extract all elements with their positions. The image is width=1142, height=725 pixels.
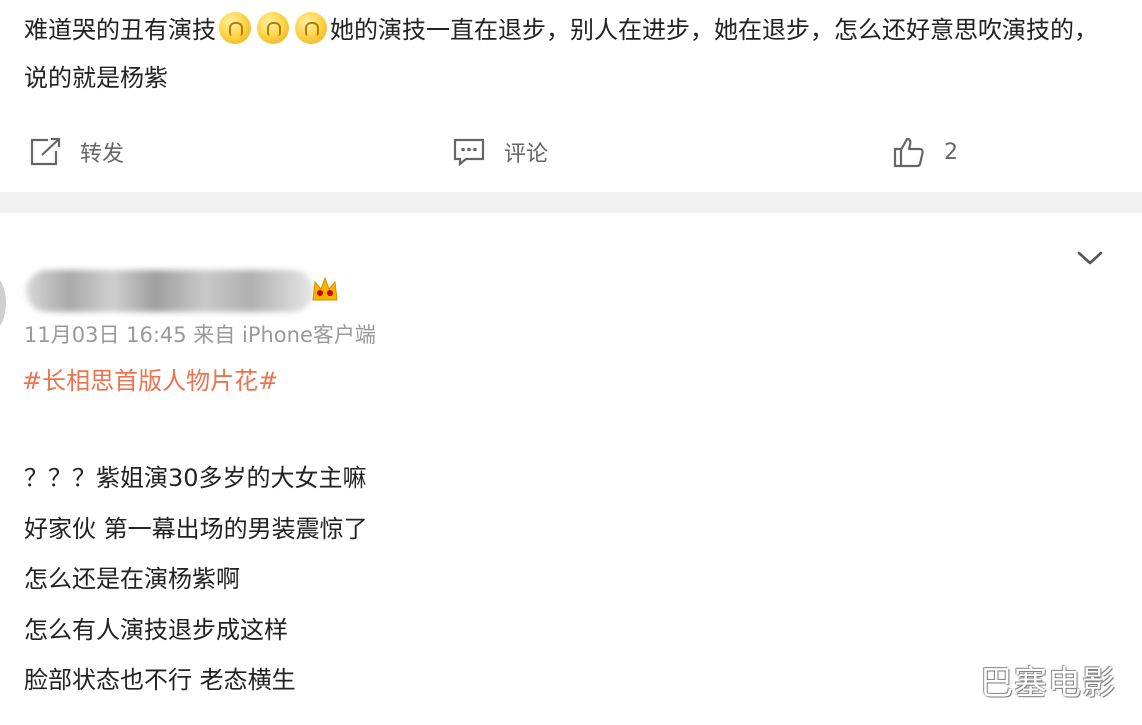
comment-button[interactable]: 评论 <box>452 134 548 170</box>
like-button[interactable]: 2 <box>892 134 958 170</box>
avatar[interactable] <box>0 275 6 331</box>
comment-line: 脸部状态也不行 老态横生 <box>24 666 296 694</box>
comment-line: 好家伙 第一幕出场的男装震惊了 <box>24 514 368 543</box>
repost-button[interactable]: 转发 <box>28 134 124 170</box>
username-blurred[interactable] <box>26 270 314 312</box>
thumbs-up-icon <box>893 137 924 168</box>
cry-emoji-icon <box>219 12 251 44</box>
cry-emoji-icon <box>295 12 327 44</box>
comment-line: ？？？紫姐演30多岁的大女主嘛 <box>24 464 367 492</box>
comment-icon <box>453 138 485 167</box>
topic-hashtag-link[interactable]: #长相思首版人物片花# <box>22 361 278 396</box>
cry-emoji-icon <box>257 12 289 44</box>
comment-meta: 11月03日 16:45 来自 iPhone客户端 <box>24 323 376 347</box>
comment-label: 评论 <box>504 142 549 167</box>
comment-line: 怎么还是在演杨紫啊 <box>24 565 240 593</box>
comment-line: 怎么有人演技退步成这样 <box>24 615 288 644</box>
repost-icon <box>30 137 61 166</box>
crown-badge-icon <box>312 276 338 301</box>
post-card: 难道哭的丑有演技 她的演技一直在退步，别人在进步，她在退步，怎么还好意思吹演技的，… <box>0 0 1142 192</box>
post-text: 难道哭的丑有演技 她的演技一直在退步，别人在进步，她在退步，怎么还好意思吹演技的，… <box>24 6 1114 102</box>
like-count: 2 <box>944 139 958 165</box>
comment-body: ？？？紫姐演30多岁的大女主嘛 好家伙 第一幕出场的男装震惊了 怎么还是在演杨紫… <box>24 453 368 706</box>
comment-card: 11月03日 16:45 来自 iPhone客户端 #长相思首版人物片花# ？？… <box>0 213 1142 725</box>
post-text-part1: 难道哭的丑有演技 <box>24 16 216 44</box>
chevron-down-icon[interactable] <box>1076 249 1104 267</box>
repost-label: 转发 <box>80 142 125 167</box>
watermark: 巴塞电影 <box>980 663 1116 702</box>
